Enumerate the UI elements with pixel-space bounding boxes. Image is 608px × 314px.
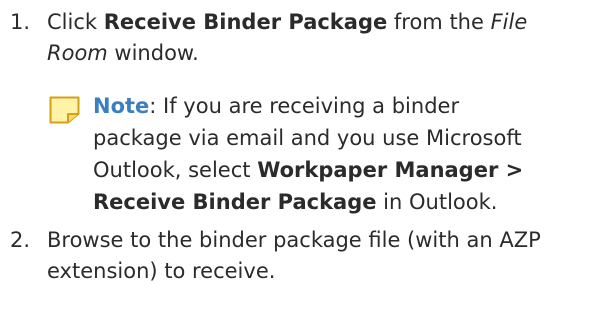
step-1-text-segment: from the <box>387 10 491 34</box>
note-callout: Note: If you are receiving a binder pack… <box>49 90 604 214</box>
note-text: Note: If you are receiving a binder pack… <box>93 90 523 218</box>
note-text-segment: in Outlook. <box>376 190 498 214</box>
note-line-4: Receive Binder Package in Outlook. <box>93 186 523 218</box>
receive-binder-package-menu-label: Receive Binder Package <box>93 190 377 214</box>
step-2-text: Browse to the binder package file (with … <box>47 225 602 287</box>
step-number: 1. <box>10 10 31 34</box>
note-line-1: Note: If you are receiving a binder <box>93 90 523 122</box>
receive-binder-package-label: Receive Binder Package <box>103 10 388 34</box>
step-number: 2. <box>10 228 31 252</box>
file-room-label-part: File <box>490 10 528 34</box>
note-label: Note <box>93 94 150 118</box>
step-1-text: Click Receive Binder Package from the Fi… <box>47 7 602 69</box>
step-2-line-2: extension) to receive. <box>47 259 276 283</box>
step-2-line-1: Browse to the binder package file (with … <box>47 228 541 252</box>
note-text-segment: : If you are receiving a binder <box>149 94 460 118</box>
step-1-line-1: Click Receive Binder Package from the Fi… <box>47 7 602 38</box>
workpaper-manager-menu-label: Workpaper Manager > <box>257 158 524 182</box>
note-line-3: Outlook, select Workpaper Manager > <box>93 154 523 186</box>
note-line-2: package via email and you use Microsoft <box>93 126 522 150</box>
step-1-text-segment: Click <box>47 10 104 34</box>
step-1-line-2: Room window. <box>47 38 602 69</box>
note-icon <box>49 96 80 124</box>
step-1-text-segment: window. <box>107 41 199 65</box>
note-text-segment: Outlook, select <box>93 158 258 182</box>
file-room-label-part: Room <box>47 41 108 65</box>
